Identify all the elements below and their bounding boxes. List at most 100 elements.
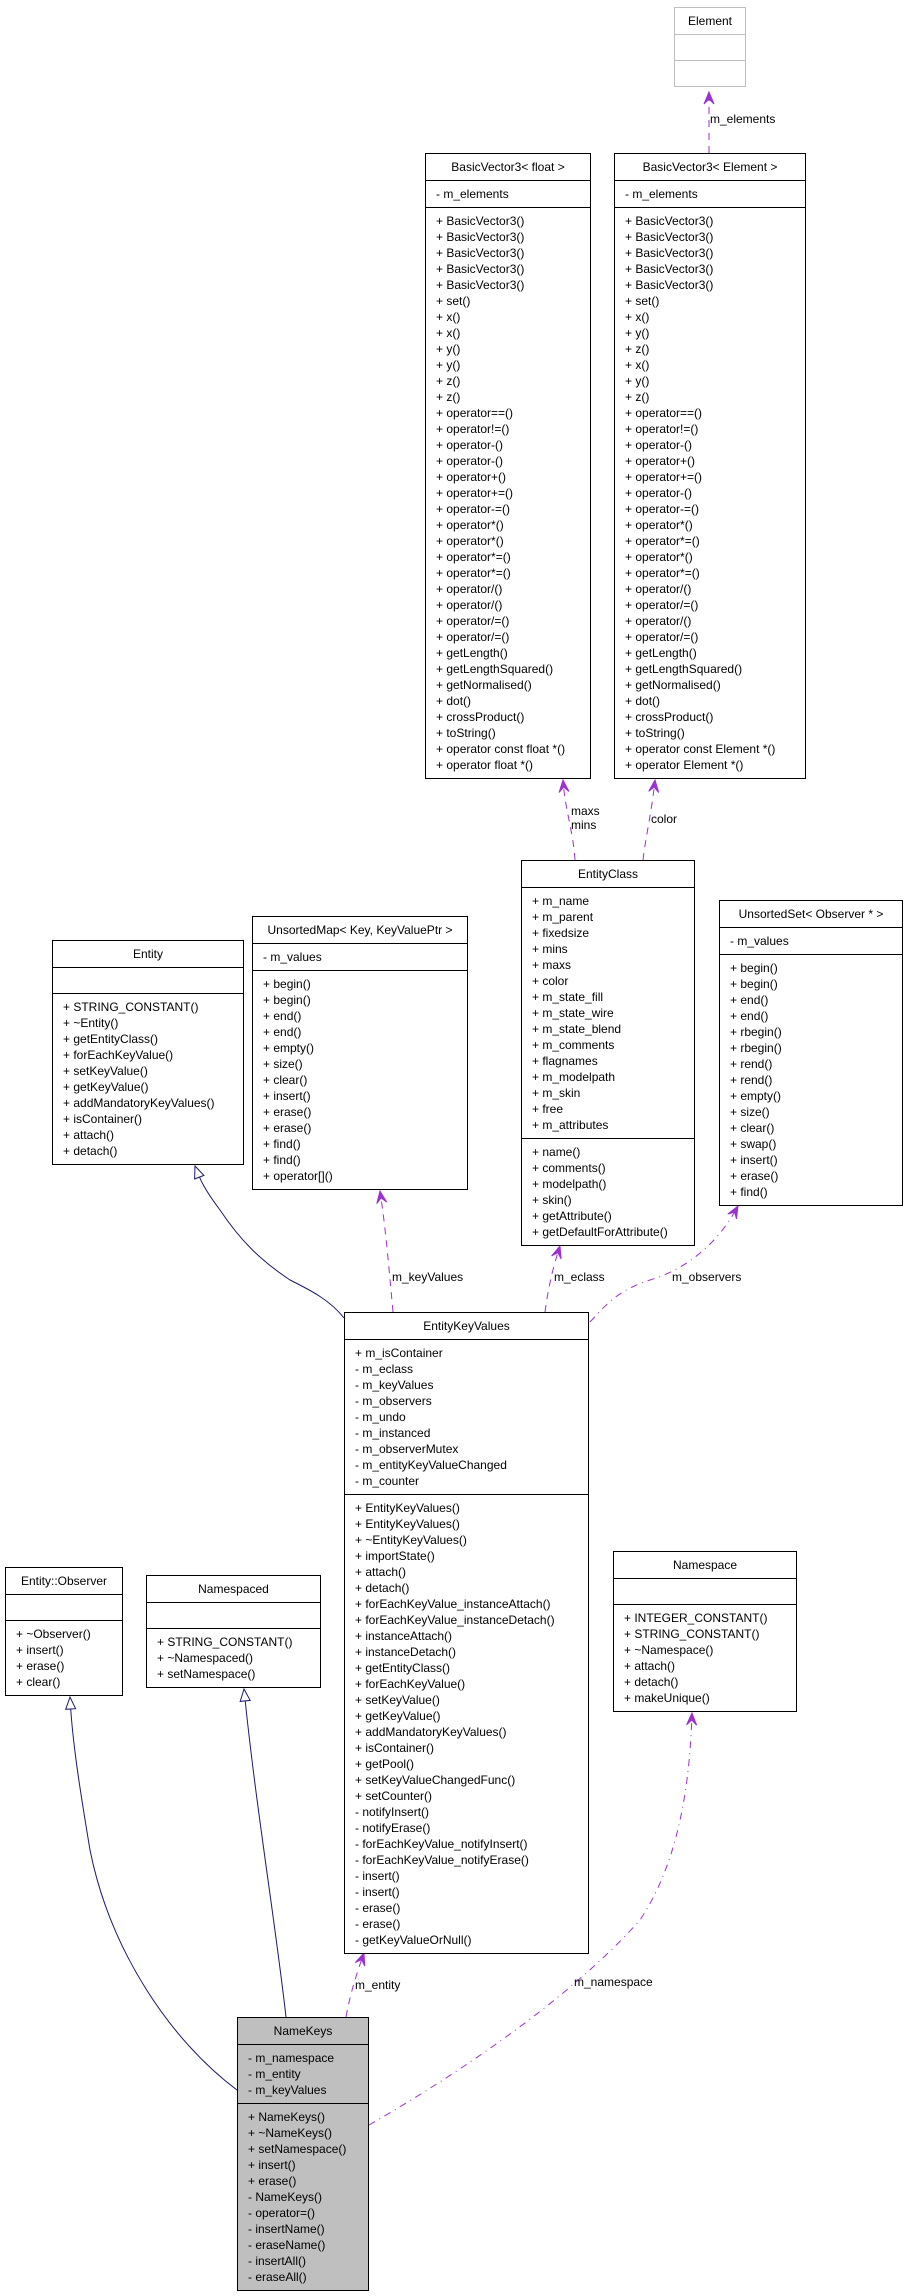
class-method: + operator const float *() xyxy=(436,742,566,756)
edge-label: color xyxy=(651,812,678,826)
class-method: + operator*() xyxy=(436,518,504,532)
class-method: - eraseAll() xyxy=(248,2270,307,2284)
class-method: + operator*() xyxy=(436,534,504,548)
class-method: + BasicVector3() xyxy=(436,246,525,260)
class-attributes-section: - m_values xyxy=(720,928,902,955)
class-box-unsortedmap[interactable]: UnsortedMap< Key, KeyValuePtr > - m_value… xyxy=(252,916,468,1190)
association-arrow-icon xyxy=(727,1204,739,1220)
class-method: + getPool() xyxy=(355,1757,415,1771)
class-method: + dot() xyxy=(625,694,661,708)
class-box-bv3float[interactable]: BasicVector3< float > - m_elements + Basic… xyxy=(425,153,591,779)
class-method: + getLength() xyxy=(625,646,697,660)
class-method: + STRING_CONSTANT() xyxy=(624,1627,760,1641)
class-attribute: + mins xyxy=(532,942,568,956)
class-method: + STRING_CONSTANT() xyxy=(157,1635,293,1649)
class-attribute: + flagnames xyxy=(532,1054,598,1068)
class-method: + getAttribute() xyxy=(532,1209,612,1223)
class-method: + size() xyxy=(730,1105,770,1119)
class-method: + rend() xyxy=(730,1057,773,1071)
class-method: + forEachKeyValue() xyxy=(63,1048,174,1062)
class-method: + operator*() xyxy=(625,550,693,564)
class-method: + setNamespace() xyxy=(157,1667,256,1681)
class-box-element[interactable]: Element xyxy=(674,7,746,87)
class-method: + setCounter() xyxy=(355,1789,433,1803)
class-attribute: + m_comments xyxy=(532,1038,615,1052)
class-box-unsortedset[interactable]: UnsortedSet< Observer * > - m_values + beg… xyxy=(719,900,903,1206)
class-method: + erase() xyxy=(730,1169,779,1183)
class-methods-section: + EntityKeyValues() + EntityKeyValues() + … xyxy=(345,1495,588,1953)
class-attribute: + m_state_wire xyxy=(532,1006,614,1020)
class-method: - operator=() xyxy=(248,2206,316,2220)
class-method: + x() xyxy=(436,310,461,324)
class-box-namespace[interactable]: Namespace + INTEGER_CONSTANT() + STRING_CO… xyxy=(613,1551,797,1712)
class-method: + end() xyxy=(730,993,769,1007)
class-method: + comments() xyxy=(532,1161,606,1175)
class-method: + BasicVector3() xyxy=(436,262,525,276)
class-name: UnsortedMap< Key, KeyValuePtr > xyxy=(253,917,467,944)
class-method: + operator+=() xyxy=(436,486,514,500)
class-attribute: - m_eclass xyxy=(355,1362,414,1376)
class-attribute: - m_elements xyxy=(625,187,698,201)
class-attribute: + fixedsize xyxy=(532,926,590,940)
class-attribute: - m_values xyxy=(730,934,789,948)
class-method: + begin() xyxy=(730,961,778,975)
edge-label: m_eclass xyxy=(554,1270,605,1284)
inheritance-arrow-icon xyxy=(64,1695,77,1710)
class-method: + getNormalised() xyxy=(625,678,721,692)
class-method: + end() xyxy=(263,1009,302,1023)
class-box-namekeys[interactable]: NameKeys - m_namespace - m_entity - m_keyVa… xyxy=(237,2017,369,2291)
class-method: + getLength() xyxy=(436,646,508,660)
class-method: - getKeyValueOrNull() xyxy=(355,1933,472,1947)
class-attribute: + m_isContainer xyxy=(355,1346,443,1360)
class-method: + erase() xyxy=(248,2174,297,2188)
class-method: + forEachKeyValue_instanceDetach() xyxy=(355,1613,555,1627)
class-method: + operator/=() xyxy=(625,630,699,644)
class-method: + modelpath() xyxy=(532,1177,607,1191)
class-method: + operator-=() xyxy=(625,502,700,516)
class-method: - notifyErase() xyxy=(355,1821,431,1835)
class-attribute: - m_values xyxy=(263,950,322,964)
class-method: + BasicVector3() xyxy=(436,278,525,292)
class-method: + begin() xyxy=(730,977,778,991)
class-method: + insert() xyxy=(248,2158,296,2172)
class-method: + clear() xyxy=(16,1675,61,1689)
class-method: + operator!=() xyxy=(436,422,510,436)
class-method: + operator/=() xyxy=(436,614,510,628)
class-attribute: - m_entityKeyValueChanged xyxy=(355,1458,507,1472)
class-method: + operator const Element *() xyxy=(625,742,776,756)
class-method: + setKeyValueChangedFunc() xyxy=(355,1773,516,1787)
class-name: EntityClass xyxy=(522,861,694,888)
class-attribute: + m_name xyxy=(532,894,590,908)
class-name: Entity::Observer xyxy=(6,1568,122,1595)
class-method: - NameKeys() xyxy=(248,2190,323,2204)
class-method: + operator-=() xyxy=(436,502,511,516)
class-method: + BasicVector3() xyxy=(625,246,714,260)
class-methods-section: + STRING_CONSTANT() + ~Entity() + getEntit… xyxy=(53,994,243,1164)
class-method: + operator+() xyxy=(436,470,507,484)
class-box-entitykeyvalues[interactable]: EntityKeyValues + m_isContainer - m_eclass… xyxy=(344,1312,589,1954)
class-method: + ~Entity() xyxy=(63,1016,119,1030)
class-box-entityclass[interactable]: EntityClass + m_name + m_parent + fixedsize… xyxy=(521,860,695,1246)
class-method: + INTEGER_CONSTANT() xyxy=(624,1611,768,1625)
class-method: + addMandatoryKeyValues() xyxy=(355,1725,507,1739)
class-method: + end() xyxy=(730,1009,769,1023)
class-method: + insert() xyxy=(730,1153,778,1167)
class-box-bv3element[interactable]: BasicVector3< Element > - m_elements + Bas… xyxy=(614,153,806,779)
class-method: + begin() xyxy=(263,977,311,991)
class-method: + getEntityClass() xyxy=(63,1032,159,1046)
class-box-entity[interactable]: Entity + STRING_CONSTANT() + ~Entity() + ge… xyxy=(52,940,244,1165)
class-method: + y() xyxy=(625,326,650,340)
class-name: EntityKeyValues xyxy=(345,1313,588,1340)
class-method: - forEachKeyValue_notifyInsert() xyxy=(355,1837,528,1851)
class-methods-section: + BasicVector3() + BasicVector3() + BasicV… xyxy=(426,208,590,778)
class-attribute: + free xyxy=(532,1102,564,1116)
class-methods-section: + BasicVector3() + BasicVector3() + BasicV… xyxy=(615,208,805,778)
class-box-namespaced[interactable]: Namespaced + STRING_CONSTANT() + ~Namespac… xyxy=(146,1575,321,1688)
class-attributes-section: - m_elements xyxy=(615,181,805,208)
class-box-observer[interactable]: Entity::Observer + ~Observer() + insert() +… xyxy=(5,1567,123,1696)
class-name: Entity xyxy=(53,941,243,968)
class-method: + x() xyxy=(625,310,650,324)
class-methods-section: + INTEGER_CONSTANT() + STRING_CONSTANT() +… xyxy=(614,1605,796,1711)
class-method: - insertName() xyxy=(248,2222,325,2236)
class-method: + ~Observer() xyxy=(16,1627,91,1641)
